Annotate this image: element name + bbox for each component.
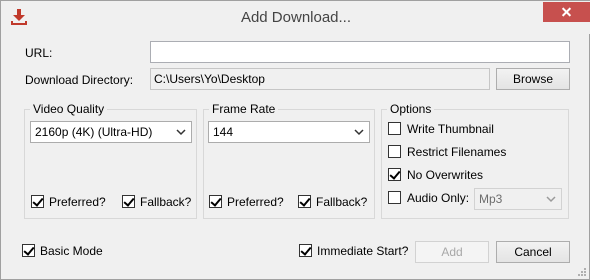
video-preferred-label: Preferred? [49,195,106,209]
no-overwrites-checkbox[interactable] [388,168,401,181]
audio-format-select[interactable]: Mp3 [474,188,562,210]
video-quality-title: Video Quality [30,102,108,116]
video-quality-select[interactable]: 2160p (4K) (Ultra-HD) [30,121,192,143]
options-title: Options [387,102,435,116]
title-bar: Add Download... [1,1,590,34]
frame-rate-title: Frame Rate [209,102,279,116]
browse-button[interactable]: Browse [496,68,570,90]
chevron-down-icon [546,196,556,203]
frame-rate-select[interactable]: 144 [208,121,370,143]
chevron-down-icon [176,129,186,136]
download-directory-label: Download Directory: [25,73,134,87]
video-fallback-checkbox[interactable] [122,195,135,208]
audio-only-checkbox[interactable] [388,191,401,204]
video-fallback-label: Fallback? [140,195,192,209]
resize-grip-icon[interactable] [577,267,587,277]
audio-format-value: Mp3 [479,192,503,206]
write-thumbnail-label: Write Thumbnail [407,122,494,136]
download-directory-field[interactable] [150,68,490,90]
cancel-button[interactable]: Cancel [496,241,570,263]
basic-mode-checkbox[interactable] [22,244,35,257]
url-input[interactable] [150,41,570,63]
add-download-dialog: Add Download... URL: Download Directory:… [0,0,590,280]
immediate-start-label: Immediate Start? [317,244,409,258]
restrict-filenames-label: Restrict Filenames [407,145,507,159]
window-title: Add Download... [240,9,352,26]
framerate-preferred-label: Preferred? [227,195,284,209]
framerate-preferred-checkbox[interactable] [209,195,222,208]
framerate-fallback-label: Fallback? [316,195,368,209]
no-overwrites-label: No Overwrites [407,168,484,182]
basic-mode-label: Basic Mode [40,244,103,258]
framerate-fallback-checkbox[interactable] [298,195,311,208]
url-label: URL: [25,46,53,60]
video-quality-value: 2160p (4K) (Ultra-HD) [35,125,153,139]
add-button[interactable]: Add [415,241,489,263]
close-button[interactable] [543,2,590,22]
chevron-down-icon [354,129,364,136]
immediate-start-checkbox[interactable] [299,244,312,257]
frame-rate-value: 144 [213,125,234,139]
write-thumbnail-checkbox[interactable] [388,122,401,135]
video-preferred-checkbox[interactable] [31,195,44,208]
restrict-filenames-checkbox[interactable] [388,145,401,158]
audio-only-label: Audio Only: [407,191,470,205]
